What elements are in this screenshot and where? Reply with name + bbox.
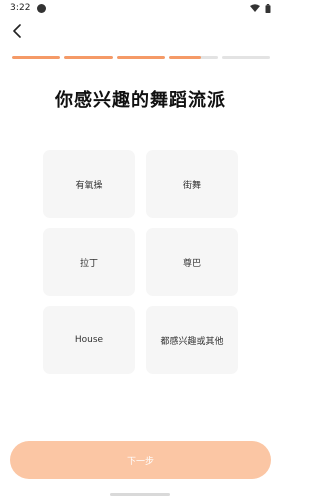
option-street-dance[interactable]: 街舞 <box>146 150 238 218</box>
back-arrow-icon <box>13 24 21 38</box>
option-house[interactable]: House <box>43 306 135 374</box>
back-button[interactable] <box>8 22 26 40</box>
wifi-icon <box>250 4 260 12</box>
option-zumba[interactable]: 尊巴 <box>146 228 238 296</box>
progress-segment-5 <box>221 56 271 59</box>
option-label: 尊巴 <box>182 258 201 269</box>
next-button-label: 下一步 <box>126 456 154 467</box>
option-label: 都感兴趣或其他 <box>160 336 224 347</box>
step-progress <box>12 56 271 59</box>
progress-segment-fill <box>64 56 113 59</box>
status-time: 3:22 <box>10 3 31 13</box>
status-right <box>250 3 271 13</box>
battery-icon <box>265 3 271 13</box>
option-latin[interactable]: 拉丁 <box>43 228 135 296</box>
screen: 3:22 你感兴趣的舞蹈流派 有氧操 街舞 拉丁 尊巴 House 都感兴趣或其… <box>0 0 281 500</box>
page-title: 你感兴趣的舞蹈流派 <box>55 90 226 111</box>
notification-dot-icon <box>36 3 46 13</box>
option-all-or-other[interactable]: 都感兴趣或其他 <box>146 306 238 374</box>
status-bar: 3:22 <box>0 0 281 16</box>
progress-segment-fill <box>116 56 166 59</box>
option-label: House <box>74 335 104 345</box>
options-grid: 有氧操 街舞 拉丁 尊巴 House 都感兴趣或其他 <box>43 150 239 374</box>
option-label: 拉丁 <box>79 258 98 269</box>
next-button[interactable]: 下一步 <box>10 441 271 479</box>
option-label: 街舞 <box>182 180 201 191</box>
progress-segment-1 <box>12 56 61 59</box>
progress-segment-fill <box>12 56 61 59</box>
status-left: 3:22 <box>10 3 46 13</box>
progress-segment-2 <box>64 56 113 59</box>
progress-segment-4 <box>169 56 218 59</box>
option-label: 有氧操 <box>75 180 103 191</box>
option-aerobics[interactable]: 有氧操 <box>43 150 135 218</box>
gesture-bar <box>110 493 170 496</box>
progress-segment-fill <box>169 56 201 59</box>
progress-segment-3 <box>116 56 166 59</box>
